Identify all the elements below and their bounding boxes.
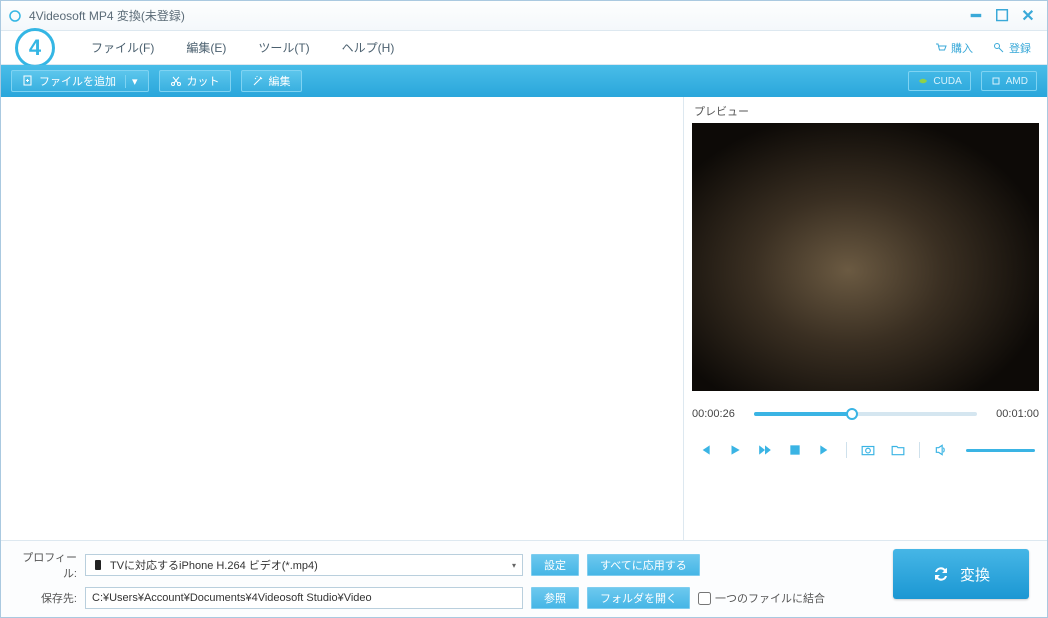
cuda-label: CUDA — [933, 76, 961, 87]
volume-slider[interactable] — [966, 449, 1035, 452]
toolbar: ファイルを追加 ▾ カット 編集 CUDA AMD — [1, 65, 1047, 97]
fastfwd-button[interactable] — [756, 441, 774, 459]
add-file-button[interactable]: ファイルを追加 ▾ — [11, 70, 149, 92]
menu-bar: 4 ファイル(F) 編集(E) ツール(T) ヘルプ(H) 購入 登録 — [1, 31, 1047, 65]
app-icon — [9, 10, 21, 22]
device-icon — [92, 559, 104, 571]
amd-icon — [990, 75, 1002, 87]
close-button[interactable]: ✕ — [1017, 7, 1039, 25]
play-button[interactable] — [726, 441, 744, 459]
save-path-input[interactable]: C:¥Users¥Account¥Documents¥4Videosoft St… — [85, 587, 523, 609]
merge-checkbox[interactable]: 一つのファイルに結合 — [698, 590, 825, 606]
menu-help[interactable]: ヘルプ(H) — [328, 35, 409, 60]
open-folder-button[interactable] — [889, 441, 907, 459]
cuda-badge[interactable]: CUDA — [908, 71, 970, 91]
prev-button[interactable] — [696, 441, 714, 459]
settings-button[interactable]: 設定 — [531, 554, 579, 576]
preview-video[interactable] — [692, 123, 1039, 391]
menu-tool[interactable]: ツール(T) — [244, 35, 323, 60]
preview-label: プレビュー — [692, 101, 1039, 123]
time-current: 00:00:26 — [692, 408, 746, 420]
add-file-icon — [22, 75, 34, 87]
next-button[interactable] — [816, 441, 834, 459]
convert-label: 変換 — [960, 564, 990, 585]
seek-bar: 00:00:26 00:01:00 — [692, 405, 1039, 423]
key-icon — [993, 42, 1005, 54]
cart-icon — [935, 42, 947, 54]
app-logo: 4 — [15, 28, 55, 68]
snapshot-button[interactable] — [859, 441, 877, 459]
register-link[interactable]: 登録 — [985, 36, 1039, 60]
nvidia-icon — [917, 75, 929, 87]
buy-link[interactable]: 購入 — [927, 36, 981, 60]
apply-all-button[interactable]: すべてに応用する — [587, 554, 700, 576]
profile-label: プロフィール: — [11, 549, 77, 581]
merge-label: 一つのファイルに結合 — [715, 590, 825, 606]
browse-button[interactable]: 参照 — [531, 587, 579, 609]
merge-checkbox-input[interactable] — [698, 592, 711, 605]
scissors-icon — [170, 75, 182, 87]
footer: プロフィール: TVに対応するiPhone H.264 ビデオ(*.mp4) ▾… — [1, 540, 1047, 617]
convert-button[interactable]: 変換 — [893, 549, 1029, 599]
volume-button[interactable] — [932, 441, 950, 459]
time-total: 00:01:00 — [985, 408, 1039, 420]
profile-dropdown[interactable]: TVに対応するiPhone H.264 ビデオ(*.mp4) ▾ — [85, 554, 523, 576]
amd-label: AMD — [1006, 76, 1028, 87]
menu-file[interactable]: ファイル(F) — [77, 35, 168, 60]
title-bar: 4Videosoft MP4 変換(未登録) ━ ☐ ✕ — [1, 1, 1047, 31]
minimize-button[interactable]: ━ — [965, 7, 987, 25]
window-title: 4Videosoft MP4 変換(未登録) — [29, 7, 185, 24]
menu-edit[interactable]: 編集(E) — [172, 35, 240, 60]
maximize-button[interactable]: ☐ — [991, 7, 1013, 25]
cut-label: カット — [187, 73, 220, 89]
buy-label: 購入 — [951, 40, 973, 56]
cut-button[interactable]: カット — [159, 70, 231, 92]
playback-controls — [692, 441, 1039, 459]
stop-button[interactable] — [786, 441, 804, 459]
wand-icon — [252, 75, 264, 87]
open-output-button[interactable]: フォルダを開く — [587, 587, 690, 609]
edit-button[interactable]: 編集 — [241, 70, 302, 92]
profile-value: TVに対応するiPhone H.264 ビデオ(*.mp4) — [110, 557, 318, 573]
amd-badge[interactable]: AMD — [981, 71, 1037, 91]
add-file-label: ファイルを追加 — [39, 73, 116, 89]
register-label: 登録 — [1009, 40, 1031, 56]
seek-track[interactable] — [754, 412, 977, 416]
edit-label: 編集 — [269, 73, 291, 89]
save-label: 保存先: — [11, 590, 77, 606]
preview-panel: プレビュー 00:00:26 00:01:00 — [683, 97, 1047, 540]
convert-icon — [932, 565, 950, 583]
file-list[interactable] — [1, 97, 683, 540]
